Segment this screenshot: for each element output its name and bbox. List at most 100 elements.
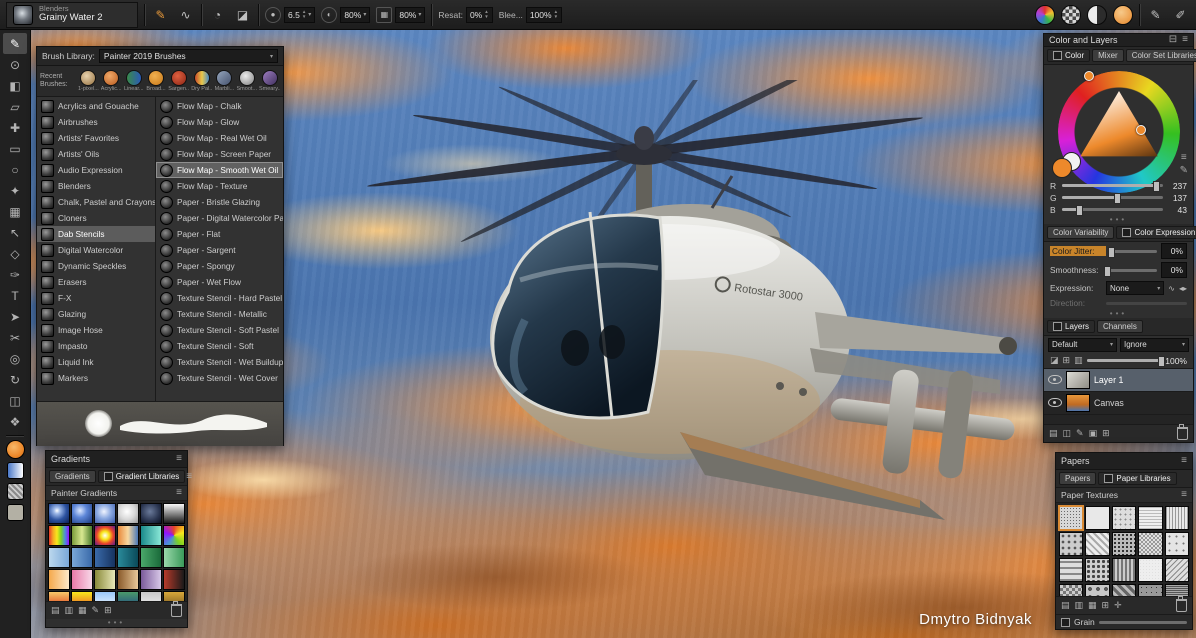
gradient-swatch[interactable] <box>140 503 162 524</box>
paper-swatch[interactable] <box>1165 532 1189 556</box>
smoothness-value[interactable]: 0% <box>1161 262 1187 278</box>
gradient-swatch[interactable] <box>163 525 185 546</box>
layer-select-icon[interactable]: ▥ <box>1074 356 1083 365</box>
papers-panel-header[interactable]: Papers ≡ <box>1056 453 1192 470</box>
brush-category-item[interactable]: Digital Watercolor <box>37 242 155 258</box>
paper-swatch[interactable] <box>1059 532 1083 556</box>
tab-color-set-libraries[interactable]: Color Set Libraries <box>1126 49 1196 62</box>
dropper-tool[interactable]: ⊙ <box>3 54 27 75</box>
panel-menu-icon[interactable]: ≡ <box>176 454 182 464</box>
color-sliders-toggle-icon[interactable]: ≡ <box>1181 153 1187 163</box>
tab-paper-libraries[interactable]: Paper Libraries <box>1098 472 1176 485</box>
brush-variant-item[interactable]: Paper - Flat <box>156 226 283 242</box>
gradient-swatch[interactable] <box>71 525 93 546</box>
collapse-icon[interactable]: ⊟ <box>1169 35 1177 45</box>
brush-tool[interactable]: ✎ <box>3 33 27 54</box>
preserve-transparency-icon[interactable]: ◪ <box>1050 356 1059 365</box>
paper-swatch[interactable] <box>1059 506 1083 530</box>
blue-slider-thumb[interactable] <box>1076 205 1083 216</box>
brush-tool-button[interactable]: ✎ <box>151 5 170 25</box>
paper-selector[interactable] <box>3 502 27 523</box>
shape-select-tool[interactable]: ➤ <box>3 306 27 327</box>
paint-bucket-tool[interactable]: ◧ <box>3 75 27 96</box>
brush-variant-item[interactable]: Texture Stencil - Metallic <box>156 306 283 322</box>
expression-dropdown[interactable]: None ▾ <box>1106 281 1164 295</box>
smoothness-slider[interactable] <box>1106 269 1157 272</box>
pattern-ball-button[interactable] <box>1061 5 1081 25</box>
color-panel-header[interactable]: Color and Layers ⊟ ≡ <box>1044 34 1193 47</box>
rotate-page-tool[interactable]: ↻ <box>3 369 27 390</box>
panel-menu-icon[interactable]: ≡ <box>1181 490 1187 500</box>
brush-variant-item[interactable]: Paper - Spongy <box>156 258 283 274</box>
delete-layer-button[interactable] <box>1177 427 1188 440</box>
opacity-thumb[interactable] <box>1158 356 1165 367</box>
panel-grip[interactable]: ••• <box>1044 310 1193 318</box>
gradient-swatch[interactable] <box>117 547 139 568</box>
color-jitter-slider[interactable] <box>1110 250 1157 253</box>
save-brush-button[interactable]: ✎ <box>1146 5 1165 25</box>
resat-field[interactable]: 0% ▲▼ <box>466 7 493 23</box>
delete-gradient-button[interactable] <box>171 604 182 617</box>
layer-adjuster-tool[interactable]: ↖ <box>3 222 27 243</box>
panel-grip[interactable]: ••• <box>1044 216 1193 224</box>
panel-menu-icon[interactable]: ≡ <box>1181 456 1187 466</box>
brush-variant-item[interactable]: Texture Stencil - Soft Pastel <box>156 322 283 338</box>
pickup-underlying-icon[interactable]: ⊞ <box>1063 356 1071 365</box>
brush-variant-item[interactable]: Flow Map - Chalk <box>156 98 283 114</box>
recent-brush[interactable]: Linear... <box>124 70 144 92</box>
blue-slider[interactable] <box>1062 208 1163 211</box>
brush-category-item[interactable]: F-X <box>37 290 155 306</box>
brush-category-item[interactable]: Dynamic Speckles <box>37 258 155 274</box>
green-slider[interactable] <box>1062 196 1163 199</box>
brush-category-item[interactable]: Dab Stencils <box>37 226 155 242</box>
paper-swatch[interactable] <box>1112 584 1136 596</box>
brush-variant-item[interactable]: Flow Map - Smooth Wet Oil <box>156 162 283 178</box>
brush-category-item[interactable]: Impasto <box>37 338 155 354</box>
blend-mode-dropdown[interactable]: Default▾ <box>1048 338 1117 352</box>
gradient-swatch[interactable] <box>117 591 139 601</box>
visibility-eye-icon[interactable] <box>1048 398 1062 407</box>
tab-mixer[interactable]: Mixer <box>1092 49 1124 62</box>
grain-dropdown-icon[interactable]: ▾ <box>418 11 421 18</box>
stroke-preview-icon[interactable]: ◪ <box>233 5 252 25</box>
gradient-swatch[interactable] <box>48 503 70 524</box>
paper-swatch[interactable] <box>1138 506 1162 530</box>
brush-category-item[interactable]: Glazing <box>37 306 155 322</box>
paper-ball-button[interactable] <box>1113 5 1133 25</box>
recent-brush[interactable]: Acrylic... <box>101 70 122 92</box>
gradient-swatch[interactable] <box>71 503 93 524</box>
export-paper-button[interactable]: ⊞ <box>1102 601 1110 610</box>
transform-tool[interactable]: ◇ <box>3 243 27 264</box>
opacity-dropdown-icon[interactable]: ▾ <box>363 11 366 18</box>
recent-brush[interactable]: 1-pixel... <box>78 70 99 92</box>
bleed-stepper[interactable]: ▲▼ <box>554 10 558 19</box>
gradient-swatch[interactable] <box>140 525 162 546</box>
brush-variant-item[interactable]: Texture Stencil - Wet Cover <box>156 370 283 386</box>
gradient-swatch[interactable] <box>163 547 185 568</box>
brush-variant-item[interactable]: Flow Map - Real Wet Oil <box>156 130 283 146</box>
gradient-swatch[interactable] <box>94 591 116 601</box>
panel-menu-icon[interactable]: ≡ <box>1182 35 1188 45</box>
paper-swatch[interactable] <box>1112 558 1136 582</box>
gradient-swatch[interactable] <box>163 591 185 601</box>
brush-variant-item[interactable]: Paper - Wet Flow <box>156 274 283 290</box>
color-jitter-value[interactable]: 0% <box>1161 243 1187 259</box>
panel-menu-icon[interactable]: ≡ <box>186 472 192 482</box>
paper-swatch[interactable] <box>1085 558 1109 582</box>
smoothness-thumb[interactable] <box>1104 266 1111 277</box>
paper-swatch[interactable] <box>1165 506 1189 530</box>
brush-category-item[interactable]: Markers <box>37 370 155 386</box>
text-tool[interactable]: T <box>3 285 27 306</box>
paper-swatch[interactable] <box>1112 506 1136 530</box>
eraser-tool[interactable]: ▱ <box>3 96 27 117</box>
tab-color-variability[interactable]: Color Variability <box>1047 226 1114 239</box>
new-paper-button[interactable]: ▤ <box>1061 601 1070 610</box>
layer-opacity-slider[interactable] <box>1087 359 1162 362</box>
gradient-swatch[interactable] <box>94 503 116 524</box>
red-slider[interactable] <box>1062 184 1163 187</box>
gradient-swatch[interactable] <box>48 525 70 546</box>
delete-paper-button[interactable] <box>1176 599 1187 612</box>
brush-category-item[interactable]: Artists' Oils <box>37 146 155 162</box>
brush-category-item[interactable]: Audio Expression <box>37 162 155 178</box>
gradient-swatch[interactable] <box>71 547 93 568</box>
